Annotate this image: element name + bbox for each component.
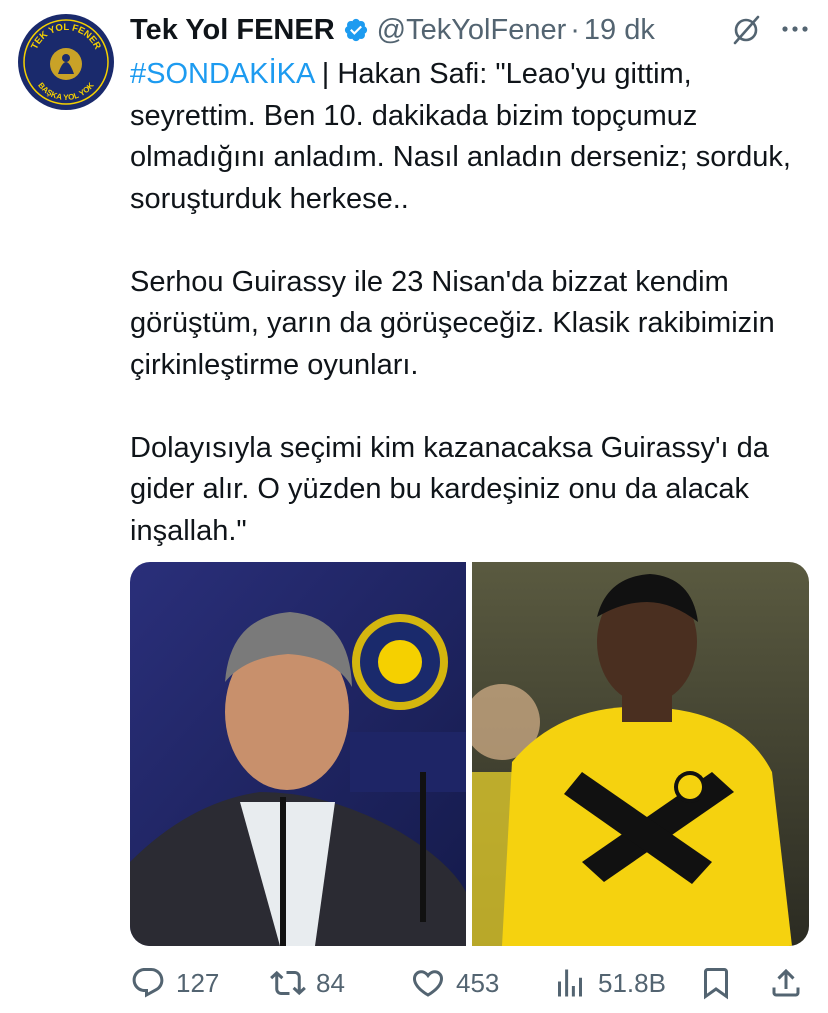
verified-badge-icon [344,18,367,42]
media-grid [130,562,809,946]
tweet-paragraph-3: Dolayısıyla seçimi kim kazanacaksa Guira… [130,431,769,547]
bookmark-button[interactable] [698,965,734,1001]
like-count: 453 [456,967,500,998]
more-icon[interactable] [778,12,812,46]
like-button[interactable]: 453 [410,965,499,1001]
retweet-icon [270,970,306,996]
heart-icon [412,970,444,997]
hashtag-link[interactable]: #SONDAKİKA [130,58,314,90]
grok-icon[interactable] [730,14,762,46]
tweet-text: #SONDAKİKA | Hakan Safi: "Leao'yu gittim… [130,54,810,552]
photo-hakan-safi[interactable] [130,562,466,946]
reply-button[interactable]: 127 [130,965,219,1001]
retweet-count: 84 [316,967,345,998]
photo-serhou-guirassy[interactable] [472,562,809,946]
views-icon [558,969,582,997]
tweet-header: Tek Yol FENER @TekYolFener · 19 dk [130,10,818,50]
tweet-paragraph-1: #SONDAKİKA | Hakan Safi: "Leao'yu gittim… [130,54,810,220]
avatar[interactable]: TEK YOL FENER BAŞKA YOL YOK [18,14,114,110]
reply-count: 127 [176,967,220,998]
tweet-paragraph-2: Serhou Guirassy ile 23 Nisan'da bizzat k… [130,265,775,381]
share-icon [772,968,800,997]
author-handle[interactable]: @TekYolFener [377,14,567,47]
views-count: 51.8B [598,967,666,998]
share-button[interactable] [768,965,804,1001]
views-button[interactable]: 51.8B [552,965,666,1001]
tweet-actions: 127 84 453 51.8B [130,958,810,1008]
tek-yol-fener-logo: TEK YOL FENER BAŞKA YOL YOK [20,16,112,108]
timestamp[interactable]: 19 dk [584,14,655,47]
reply-icon [132,968,164,998]
bookmark-icon [704,968,728,1000]
retweet-button[interactable]: 84 [270,965,345,1001]
author-name[interactable]: Tek Yol FENER [130,14,335,47]
separator-dot: · [570,13,580,46]
